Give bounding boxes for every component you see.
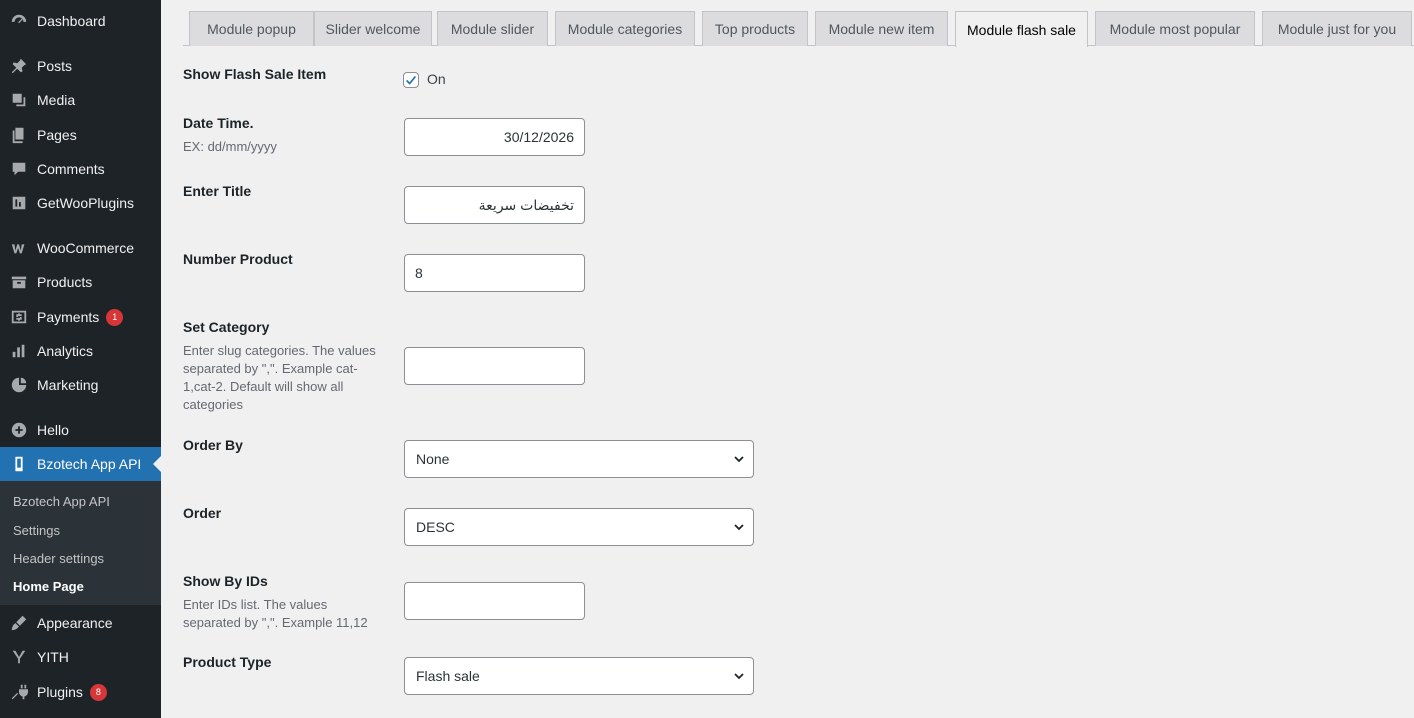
sidebar-item-pages[interactable]: Pages (0, 118, 161, 152)
sidebar-item-label: Products (37, 274, 93, 290)
sidebar-item-label: Hello (37, 422, 69, 438)
sidebar-item-label: Marketing (37, 377, 99, 393)
show-flash-sale-option-label: On (427, 71, 446, 87)
media-icon (9, 90, 29, 110)
brush-icon (9, 613, 29, 633)
order-by-label: Order By (183, 437, 243, 453)
dashboard-icon (9, 11, 29, 31)
submenu-item-settings[interactable]: Settings (13, 523, 60, 538)
show-flash-sale-label: Show Flash Sale Item (183, 66, 327, 82)
sidebar-item-payments[interactable]: Payments 1 (0, 300, 161, 334)
date-time-description: EX: dd/mm/yyyy (183, 139, 277, 154)
sidebar-item-label: WooCommerce (37, 240, 134, 256)
yith-icon (9, 647, 29, 667)
number-product-input[interactable] (404, 254, 585, 292)
sidebar-item-label: YITH (37, 649, 69, 665)
sidebar-item-posts[interactable]: Posts (0, 49, 161, 83)
chevron-down-icon (734, 673, 744, 680)
pages-icon (9, 125, 29, 145)
tab-module-popup[interactable]: Module popup (189, 11, 314, 46)
sidebar-item-bzotech-app-api[interactable]: Bzotech App API (0, 447, 161, 481)
sidebar-item-appearance[interactable]: Appearance (0, 606, 161, 640)
sidebar-item-label: Analytics (37, 343, 94, 359)
sidebar-item-label: Plugins (37, 684, 83, 700)
date-time-label: Date Time. (183, 115, 254, 131)
enter-title-label: Enter Title (183, 183, 252, 199)
sidebar-item-products[interactable]: Products (0, 265, 161, 299)
sidebar-item-hello[interactable]: Hello (0, 413, 161, 447)
sidebar-item-comments[interactable]: Comments (0, 152, 161, 186)
sidebar-item-label: Appearance (37, 615, 113, 631)
plugin-gear-icon (9, 193, 29, 213)
ids-input[interactable] (404, 582, 585, 620)
phone-icon (9, 454, 29, 474)
pin-icon (9, 56, 29, 76)
product-type-selected-value: Flash sale (416, 668, 480, 684)
archive-icon (9, 272, 29, 292)
sidebar-item-label: Payments (37, 309, 100, 325)
comment-icon (9, 159, 29, 179)
title-input[interactable] (404, 186, 585, 224)
sidebar-item-marketing[interactable]: Marketing (0, 368, 161, 402)
checkmark-icon (406, 75, 417, 85)
tab-slider-welcome[interactable]: Slider welcome (314, 11, 432, 46)
tab-module-new-item[interactable]: Module new item (815, 11, 948, 46)
tab-module-categories[interactable]: Module categories (555, 11, 695, 46)
sidebar-item-plugins[interactable]: Plugins 8 (0, 675, 161, 709)
submenu-item-home-page[interactable]: Home Page (13, 579, 84, 594)
bar-chart-icon (9, 341, 29, 361)
order-label: Order (183, 505, 222, 521)
sidebar-item-analytics[interactable]: Analytics (0, 334, 161, 368)
tab-module-flash-sale[interactable]: Module flash sale (955, 11, 1088, 47)
show-by-ids-description: Enter IDs list. The values separated by … (183, 597, 368, 630)
sidebar-item-label: Bzotech App API (37, 456, 142, 472)
show-flash-sale-checkbox[interactable] (403, 72, 419, 88)
sidebar-item-label: Comments (37, 161, 105, 177)
product-type-select[interactable]: Flash sale (404, 657, 754, 695)
woo-icon (9, 238, 29, 258)
update-count-badge: 1 (106, 308, 124, 326)
chevron-down-icon (734, 456, 744, 463)
sidebar-item-yith[interactable]: YITH (0, 640, 161, 674)
update-count-badge: 8 (89, 683, 107, 701)
sidebar-submenu: Bzotech App API Settings Header settings… (0, 481, 161, 605)
submenu-item-bzotech-app-api[interactable]: Bzotech App API (13, 494, 110, 509)
tab-module-slider[interactable]: Module slider (437, 11, 548, 46)
module-tabs: Module popup Slider welcome Module slide… (183, 11, 1414, 47)
date-time-input[interactable] (404, 118, 585, 156)
sidebar-item-woocommerce[interactable]: WooCommerce (0, 231, 161, 265)
number-product-label: Number Product (183, 251, 293, 267)
order-by-selected-value: None (416, 451, 450, 467)
sidebar-item-getwooplugins[interactable]: GetWooPlugins (0, 186, 161, 220)
sidebar-item-label: Posts (37, 58, 73, 74)
plug-icon (9, 682, 29, 702)
sidebar-item-media[interactable]: Media (0, 83, 161, 117)
megaphone-icon (9, 375, 29, 395)
chevron-down-icon (734, 524, 744, 531)
order-select[interactable]: DESC (404, 508, 754, 546)
category-slug-input[interactable] (404, 347, 585, 385)
set-category-label: Set Category (183, 319, 270, 335)
dollar-icon (9, 307, 29, 327)
sidebar-item-dashboard[interactable]: Dashboard (0, 4, 161, 38)
admin-sidebar: Dashboard Posts Media Pages Comments Get… (0, 0, 161, 718)
plus-circle-icon (9, 420, 29, 440)
sidebar-item-label: Media (37, 92, 76, 108)
sidebar-item-label: Dashboard (37, 13, 106, 29)
set-category-description: Enter slug categories. The values separa… (183, 343, 376, 412)
show-by-ids-label: Show By IDs (183, 573, 268, 589)
submenu-item-header-settings[interactable]: Header settings (13, 551, 104, 566)
order-selected-value: DESC (416, 519, 455, 535)
product-type-label: Product Type (183, 654, 272, 670)
sidebar-item-label: Pages (37, 127, 77, 143)
tab-module-most-popular[interactable]: Module most popular (1095, 11, 1255, 46)
tab-top-products[interactable]: Top products (702, 11, 808, 46)
tab-module-just-for-you[interactable]: Module just for you (1262, 11, 1412, 46)
sidebar-item-label: GetWooPlugins (37, 195, 135, 211)
order-by-select[interactable]: None (404, 440, 754, 478)
